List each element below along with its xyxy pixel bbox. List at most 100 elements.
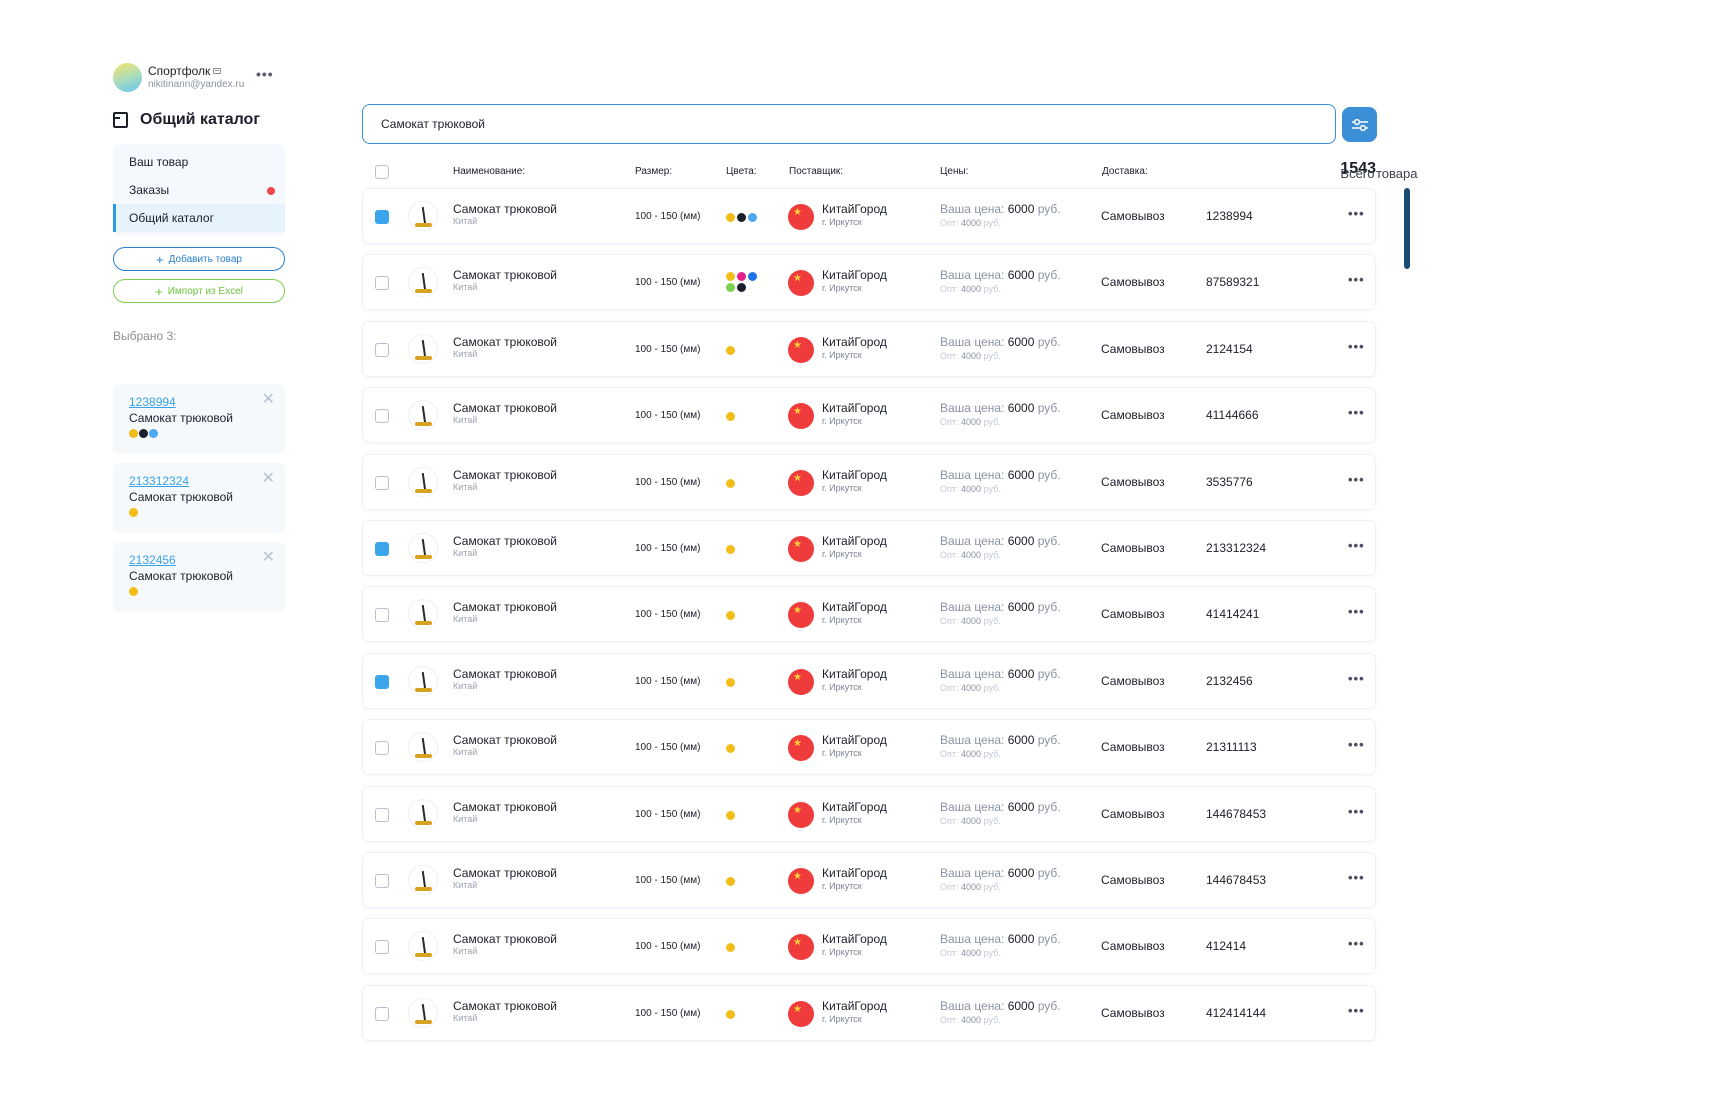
scooter-thumbnail <box>408 997 438 1028</box>
row-checkbox[interactable] <box>375 409 389 424</box>
product-colors <box>726 345 760 355</box>
sidebar-item-catalog[interactable]: Общий каталог <box>113 204 285 232</box>
more-icon[interactable]: ••• <box>256 66 274 82</box>
product-origin: Китай <box>453 614 478 625</box>
product-name[interactable]: Самокат трюковой <box>453 335 557 349</box>
more-icon[interactable]: ••• <box>1348 339 1365 354</box>
product-origin: Китай <box>453 1012 478 1023</box>
more-icon[interactable]: ••• <box>1348 671 1365 686</box>
opt-value: 4000 <box>961 549 982 560</box>
supplier-name[interactable]: КитайГород <box>822 534 887 548</box>
supplier-name[interactable]: КитайГород <box>822 800 887 814</box>
supplier-city: г. Иркутск <box>822 947 862 958</box>
product-name[interactable]: Самокат трюковой <box>453 401 557 415</box>
selected-item-link[interactable]: 213312324 <box>129 474 269 488</box>
product-name[interactable]: Самокат трюковой <box>453 600 557 614</box>
more-icon[interactable]: ••• <box>1348 804 1365 819</box>
row-checkbox[interactable] <box>375 873 389 888</box>
price-wholesale: Опт: 4000 руб. <box>940 417 1001 427</box>
supplier-name[interactable]: КитайГород <box>822 268 887 282</box>
more-icon[interactable]: ••• <box>1348 604 1365 619</box>
row-checkbox[interactable] <box>375 541 389 556</box>
more-icon[interactable]: ••• <box>1348 405 1365 420</box>
sidebar-item-your-goods[interactable]: Ваш товар <box>113 148 285 176</box>
table-row[interactable]: Самокат трюковой Китай 100 - 150 (мм) ★ Кита… <box>362 918 1376 975</box>
table-row[interactable]: Самокат трюковой Китай 100 - 150 (мм) ★ Кита… <box>362 652 1376 709</box>
row-checkbox[interactable] <box>375 342 389 357</box>
sidebar-item-orders[interactable]: Заказы <box>113 176 285 204</box>
table-row[interactable]: Самокат трюковой Китай 100 - 150 (мм) ★ Кита… <box>362 320 1376 377</box>
close-icon[interactable]: ✕ <box>262 550 275 566</box>
more-icon[interactable]: ••• <box>1348 206 1365 221</box>
add-product-button[interactable]: + Добавить товар <box>113 247 285 271</box>
user-profile[interactable]: Спортфолк nikitinann@yandex.ru ••• <box>113 62 285 92</box>
table-row[interactable]: Самокат трюковой Китай 100 - 150 (мм) ★ Кита… <box>362 851 1376 908</box>
product-sku: 41414241 <box>1206 607 1260 622</box>
opt-label: Опт: <box>940 350 959 361</box>
product-colors <box>726 876 760 886</box>
table-row[interactable]: Самокат трюковой Китай 100 - 150 (мм) ★ Кита… <box>362 188 1376 244</box>
row-checkbox[interactable] <box>375 940 389 955</box>
supplier-name[interactable]: КитайГород <box>822 667 887 681</box>
row-checkbox[interactable] <box>375 1006 389 1021</box>
product-name[interactable]: Самокат трюковой <box>453 866 557 880</box>
close-icon[interactable]: ✕ <box>262 392 275 408</box>
row-checkbox[interactable] <box>375 807 389 822</box>
more-icon[interactable]: ••• <box>1348 936 1365 951</box>
product-name[interactable]: Самокат трюковой <box>453 202 557 216</box>
selected-item-link[interactable]: 2132456 <box>129 553 269 567</box>
product-name[interactable]: Самокат трюковой <box>453 268 557 282</box>
row-checkbox[interactable] <box>375 276 389 291</box>
more-icon[interactable]: ••• <box>1348 870 1365 885</box>
more-icon[interactable]: ••• <box>1348 737 1365 752</box>
price-currency: руб. <box>1037 401 1061 416</box>
selected-item-link[interactable]: 1238994 <box>129 395 269 409</box>
column-prices: Цены: <box>940 166 969 177</box>
color-swatch <box>726 1009 735 1019</box>
supplier-name[interactable]: КитайГород <box>822 866 887 880</box>
table-row[interactable]: Самокат трюковой Китай 100 - 150 (мм) ★ Кита… <box>362 519 1376 576</box>
filter-button[interactable] <box>1342 107 1377 142</box>
supplier-name[interactable]: КитайГород <box>822 468 887 482</box>
china-flag-icon: ★ <box>788 735 814 762</box>
row-checkbox[interactable] <box>375 475 389 490</box>
search-input[interactable]: Самокат трюковой <box>362 104 1336 144</box>
close-icon[interactable]: ✕ <box>262 471 275 487</box>
supplier-name[interactable]: КитайГород <box>822 999 887 1013</box>
supplier-name[interactable]: КитайГород <box>822 600 887 614</box>
table-row[interactable]: Самокат трюковой Китай 100 - 150 (мм) ★ Кита… <box>362 984 1376 1041</box>
select-all-checkbox[interactable] <box>375 165 389 179</box>
product-name[interactable]: Самокат трюковой <box>453 932 557 946</box>
import-excel-button[interactable]: + Импорт из Excel <box>113 279 285 303</box>
more-icon[interactable]: ••• <box>1348 272 1365 287</box>
opt-value: 4000 <box>961 483 982 494</box>
product-name[interactable]: Самокат трюковой <box>453 733 557 747</box>
product-name[interactable]: Самокат трюковой <box>453 468 557 482</box>
table-row[interactable]: Самокат трюковой Китай 100 - 150 (мм) ★ Кита… <box>362 785 1376 842</box>
row-checkbox[interactable] <box>375 608 389 623</box>
more-icon[interactable]: ••• <box>1348 538 1365 553</box>
table-row[interactable]: Самокат трюковой Китай 100 - 150 (мм) ★ Кита… <box>362 719 1376 776</box>
product-name[interactable]: Самокат трюковой <box>453 667 557 681</box>
product-name[interactable]: Самокат трюковой <box>453 534 557 548</box>
more-icon[interactable]: ••• <box>1348 472 1365 487</box>
supplier-name[interactable]: КитайГород <box>822 202 887 216</box>
supplier-name[interactable]: КитайГород <box>822 932 887 946</box>
product-name[interactable]: Самокат трюковой <box>453 999 557 1013</box>
table-row[interactable]: Самокат трюковой Китай 100 - 150 (мм) ★ Кита… <box>362 586 1376 643</box>
row-checkbox[interactable] <box>375 674 389 689</box>
supplier-name[interactable]: КитайГород <box>822 733 887 747</box>
table-row[interactable]: Самокат трюковой Китай 100 - 150 (мм) ★ Кита… <box>362 254 1376 311</box>
row-checkbox[interactable] <box>375 741 389 756</box>
supplier-name[interactable]: КитайГород <box>822 401 887 415</box>
table-row[interactable]: Самокат трюковой Китай 100 - 150 (мм) ★ Кита… <box>362 453 1376 510</box>
scrollbar[interactable] <box>1404 188 1410 269</box>
product-name[interactable]: Самокат трюковой <box>453 800 557 814</box>
more-icon[interactable]: ••• <box>1348 1003 1365 1018</box>
table-row[interactable]: Самокат трюковой Китай 100 - 150 (мм) ★ Кита… <box>362 387 1376 444</box>
supplier-name[interactable]: КитайГород <box>822 335 887 349</box>
total-count: Всего 1543 товара <box>1340 160 1417 181</box>
row-checkbox[interactable] <box>375 210 389 224</box>
price-value: 6000 <box>1007 666 1035 681</box>
delivery-method: Самовывоз <box>1101 408 1165 423</box>
